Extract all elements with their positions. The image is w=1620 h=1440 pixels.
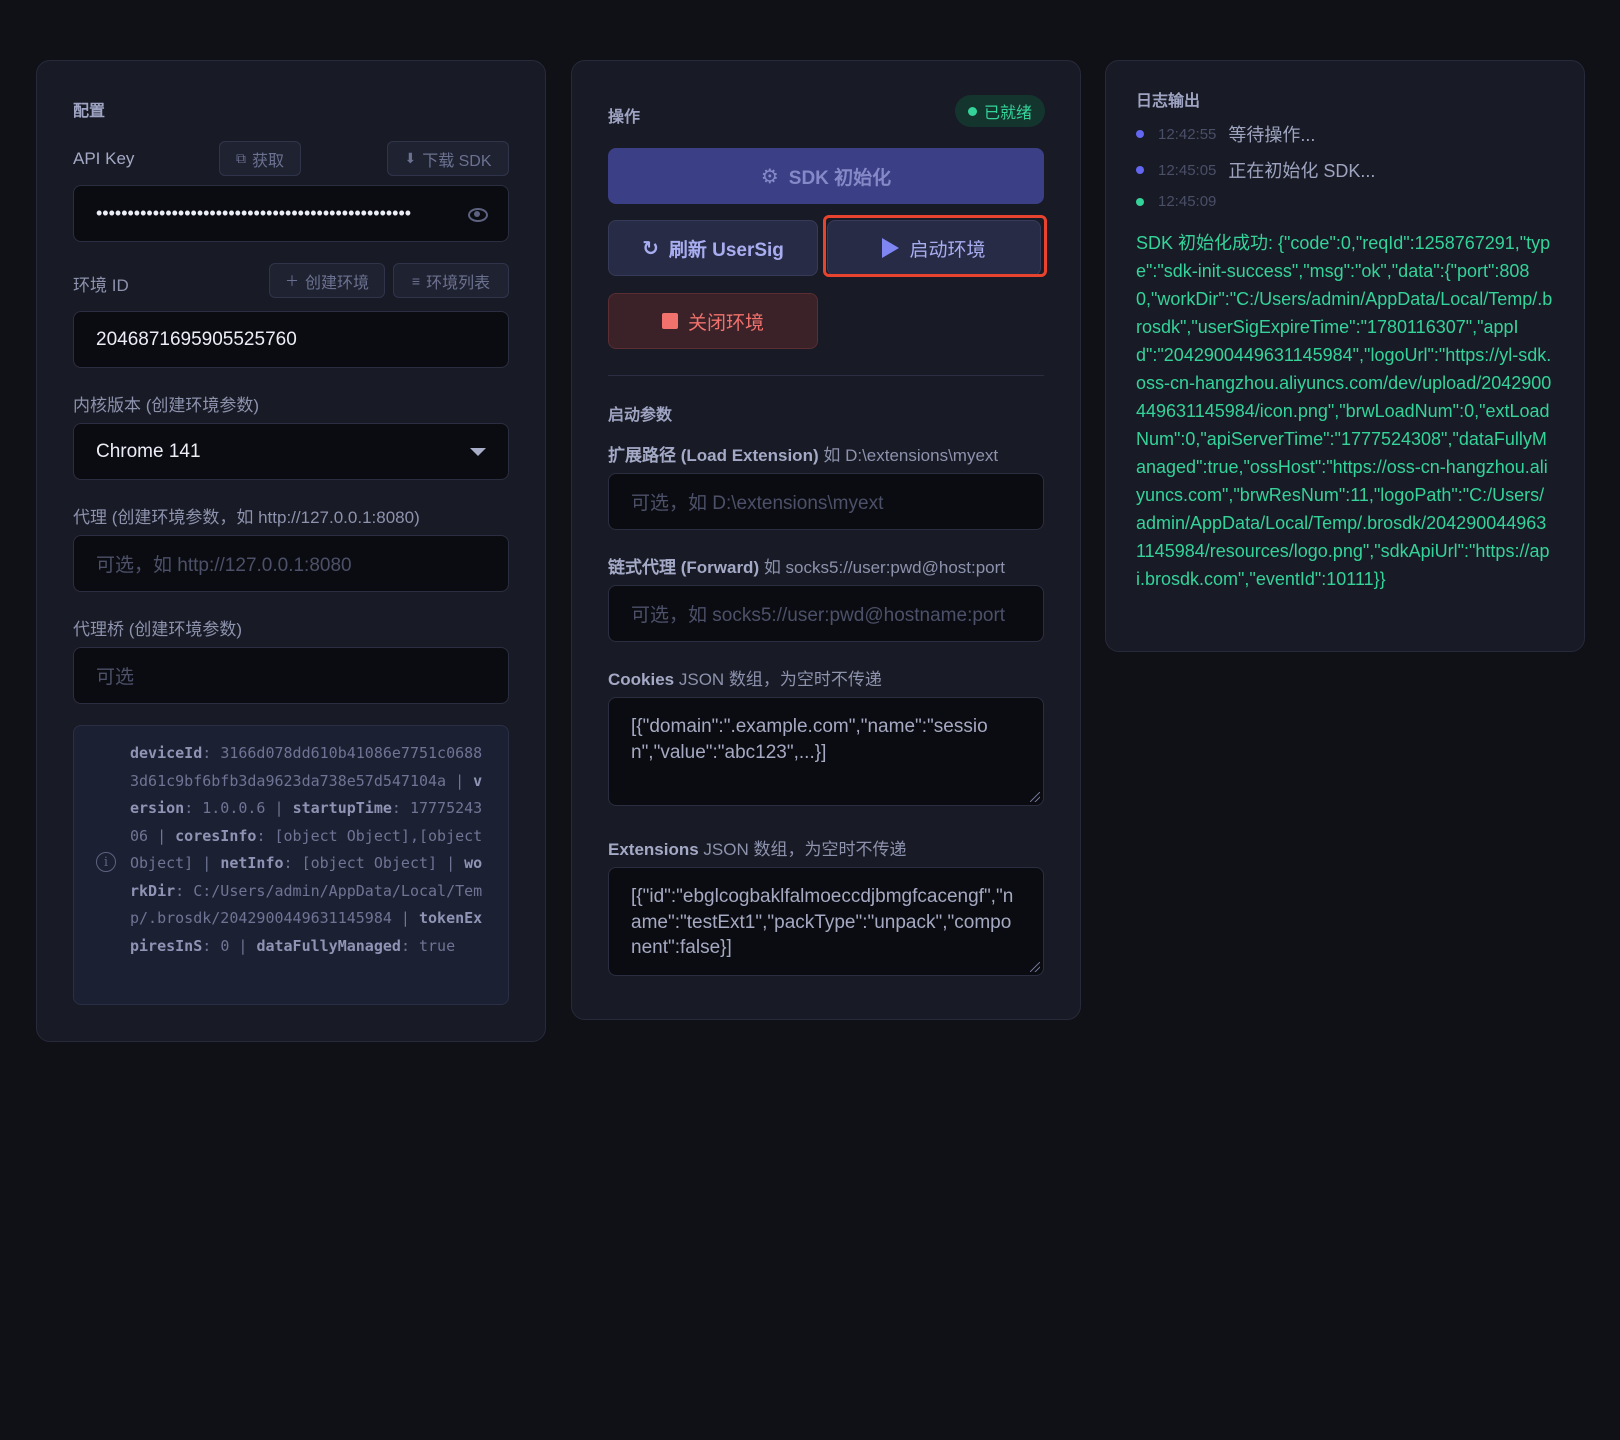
info-separator: | [437, 854, 465, 872]
status-badge: 已就绪 [954, 95, 1045, 127]
info-value: [object Object] [301, 854, 438, 872]
sdk-init-button[interactable]: ⚙ SDK 初始化 [608, 148, 1044, 204]
log-time: 12:45:05 [1158, 161, 1217, 179]
log-message: 等待操作... [1228, 125, 1316, 145]
log-dot-icon [1136, 197, 1144, 206]
resize-handle-icon[interactable] [1030, 792, 1040, 802]
external-link-icon: ⧉ [235, 150, 246, 166]
device-info-text: deviceId: 3166d078dd610b41086e7751c06883… [130, 744, 483, 955]
info-separator: | [229, 936, 257, 955]
proxy-bridge-label: 代理桥 (创建环境参数) [73, 620, 243, 639]
list-icon: ≡ [411, 272, 421, 289]
info-value: true [419, 936, 456, 955]
api-key-value: ••••••••••••••••••••••••••••••••••••••••… [96, 203, 412, 223]
info-key: coresInfo [175, 826, 257, 845]
log-dot-icon [1136, 130, 1144, 138]
env-list-label: 环境列表 [426, 274, 491, 292]
cookies-value: [{"domain":".example.com","name":"sessio… [631, 716, 988, 763]
proxy-bridge-input[interactable]: 可选 [73, 647, 509, 704]
log-entry: 12:42:55 等待操作... [1136, 121, 1315, 147]
env-list-button[interactable]: ≡ 环境列表 [393, 263, 509, 298]
extensions-textarea[interactable]: [{"id":"ebglcogbaklfalmoeccdjbmgfcacengf… [608, 867, 1044, 976]
info-separator: | [193, 854, 221, 872]
chevron-down-icon [470, 448, 486, 456]
actions-panel: 操作 已就绪 ⚙ SDK 初始化 ↻ 刷新 UserSig 启动环境 关闭环境 … [571, 60, 1081, 1020]
resize-handle-icon[interactable] [1030, 962, 1040, 972]
stop-icon [661, 313, 678, 329]
download-sdk-label: 下载 SDK [422, 152, 492, 170]
start-env-button[interactable]: 启动环境 [827, 220, 1041, 276]
info-key: deviceId [130, 744, 203, 762]
gear-icon: ⚙ [760, 164, 779, 188]
proxy-label: 代理 (创建环境参数，如 http://127.0.0.1:8080) [73, 508, 420, 527]
info-separator: | [391, 909, 419, 927]
kernel-select[interactable]: Chrome 141 [73, 423, 509, 480]
extensions-value: [{"id":"ebglcogbaklfalmoeccdjbmgfcacengf… [631, 886, 1014, 958]
actions-title: 操作 [608, 109, 641, 126]
cookies-textarea[interactable]: [{"domain":".example.com","name":"sessio… [608, 697, 1044, 806]
info-value: 0 [220, 936, 230, 955]
log-title: 日志输出 [1136, 93, 1201, 110]
status-dot-icon [967, 106, 977, 116]
download-sdk-button[interactable]: ⬇ 下载 SDK [387, 141, 509, 176]
api-key-label: API Key [73, 149, 135, 168]
eye-icon[interactable] [468, 207, 488, 222]
api-key-input[interactable]: ••••••••••••••••••••••••••••••••••••••••… [73, 185, 509, 242]
info-key: dataFullyManaged [256, 936, 401, 955]
log-success-message: SDK 初始化成功: {"code":0,"reqId":1258767291,… [1136, 233, 1553, 589]
plus-icon: ＋ [284, 272, 299, 289]
info-value: 1.0.0.6 [202, 799, 266, 817]
log-time: 12:45:09 [1158, 193, 1217, 210]
config-title: 配置 [73, 103, 106, 120]
log-time: 12:42:55 [1158, 125, 1217, 143]
env-id-label: 环境 ID [73, 276, 129, 295]
info-key: startupTime [292, 799, 392, 817]
kernel-label: 内核版本 (创建环境参数) [73, 396, 260, 415]
device-info-box: i deviceId: 3166d078dd610b41086e7751c068… [73, 725, 509, 1005]
info-icon: i [96, 852, 116, 872]
extension-path-input[interactable]: 可选，如 D:\extensions\myext [608, 473, 1044, 530]
status-text: 已就绪 [983, 105, 1032, 122]
play-icon [882, 238, 900, 258]
extensions-label: Extensions JSON 数组，为空时不传递 [608, 840, 907, 859]
refresh-usersig-button[interactable]: ↻ 刷新 UserSig [608, 220, 818, 276]
log-message: 正在初始化 SDK... [1228, 161, 1376, 181]
forward-proxy-input[interactable]: 可选，如 socks5://user:pwd@hostname:port [608, 585, 1044, 642]
forward-proxy-label: 链式代理 (Forward) 如 socks5://user:pwd@host:… [608, 558, 1006, 577]
refresh-icon: ↻ [642, 236, 659, 260]
get-api-key-label: 获取 [251, 152, 284, 170]
get-api-key-button[interactable]: ⧉ 获取 [219, 141, 301, 176]
cookies-label: Cookies JSON 数组，为空时不传递 [608, 670, 882, 689]
log-dot-icon [1136, 166, 1144, 174]
refresh-usersig-label: 刷新 UserSig [668, 239, 784, 261]
log-panel: 日志输出 12:42:55 等待操作... 12:45:05 正在初始化 SDK...… [1105, 60, 1585, 652]
env-id-input[interactable]: 2046871695905525760 [73, 311, 509, 368]
log-entry: 12:45:05 正在初始化 SDK... [1136, 157, 1375, 183]
download-icon: ⬇ [404, 150, 417, 166]
launch-params-title: 启动参数 [608, 407, 673, 424]
info-separator: | [446, 771, 474, 790]
info-key: netInfo [220, 854, 284, 872]
config-panel: 配置 API Key ⧉ 获取 ⬇ 下载 SDK •••••••••••••••… [36, 60, 546, 1042]
kernel-value: Chrome 141 [96, 440, 201, 462]
proxy-input[interactable]: 可选，如 http://127.0.0.1:8080 [73, 535, 509, 592]
create-env-label: 创建环境 [304, 274, 369, 292]
sdk-init-label: SDK 初始化 [788, 167, 892, 189]
info-separator: | [148, 826, 176, 845]
extension-path-label: 扩展路径 (Load Extension) 如 D:\extensions\my… [608, 446, 999, 465]
stop-env-label: 关闭环境 [687, 312, 764, 334]
log-entry: 12:45:09 [1136, 193, 1228, 210]
stop-env-button[interactable]: 关闭环境 [608, 293, 818, 349]
create-env-button[interactable]: ＋ 创建环境 [269, 263, 385, 298]
info-separator: | [265, 799, 293, 817]
start-env-label: 启动环境 [909, 239, 986, 261]
divider [608, 375, 1044, 376]
